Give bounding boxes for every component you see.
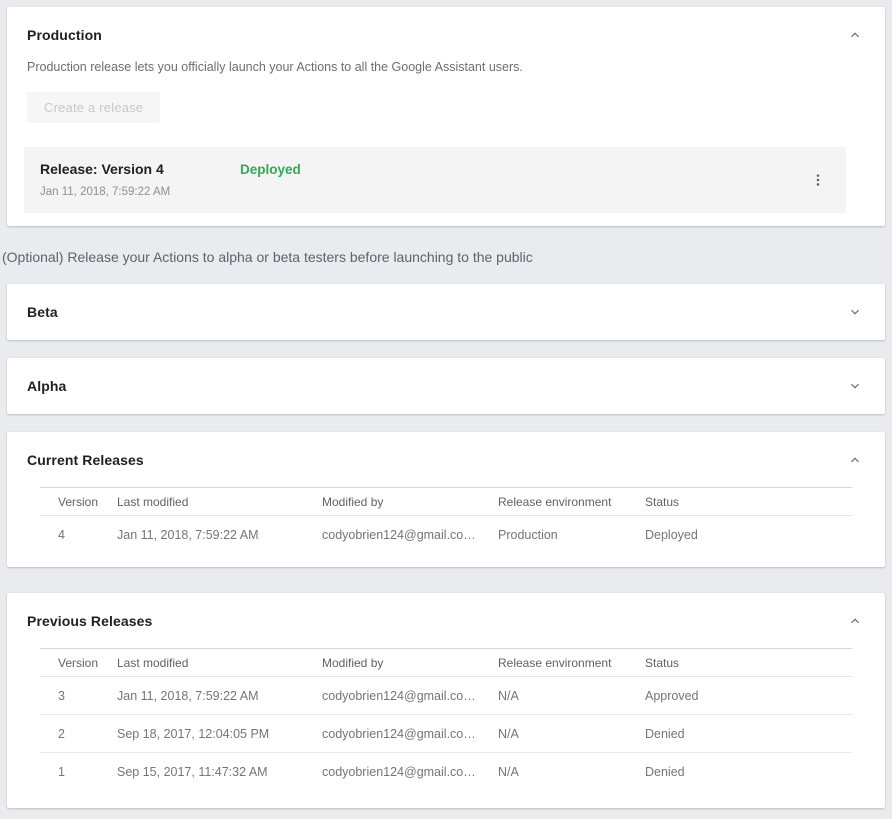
- beta-card: Beta: [7, 284, 885, 340]
- table-row: 3 Jan 11, 2018, 7:59:22 AM codyobrien124…: [40, 677, 852, 715]
- column-header-modified-by: Modified by: [322, 656, 498, 670]
- production-title: Production: [27, 27, 102, 43]
- release-date: Jan 11, 2018, 7:59:22 AM: [40, 186, 301, 198]
- chevron-down-icon[interactable]: [847, 304, 863, 320]
- column-header-modified-by: Modified by: [322, 495, 498, 509]
- cell-release-environment: N/A: [498, 689, 645, 703]
- cell-last-modified: Jan 11, 2018, 7:59:22 AM: [117, 528, 322, 542]
- current-releases-table: Version Last modified Modified by Releas…: [40, 487, 852, 554]
- current-releases-title: Current Releases: [27, 452, 144, 468]
- cell-status: Approved: [645, 689, 852, 703]
- column-header-last-modified: Last modified: [117, 656, 322, 670]
- alpha-title: Alpha: [27, 378, 66, 394]
- column-header-release-environment: Release environment: [498, 656, 645, 670]
- production-card-header[interactable]: Production: [7, 27, 885, 43]
- column-header-version: Version: [40, 656, 117, 670]
- cell-release-environment: Production: [498, 528, 645, 542]
- column-header-version: Version: [40, 495, 117, 509]
- kebab-icon: [810, 176, 826, 191]
- production-description: Production release lets you officially l…: [7, 60, 885, 74]
- release-title: Release: Version 4: [40, 161, 240, 177]
- cell-modified-by: codyobrien124@gmail.co…: [322, 765, 498, 779]
- column-header-status: Status: [645, 656, 852, 670]
- cell-modified-by: codyobrien124@gmail.co…: [322, 528, 498, 542]
- column-header-status: Status: [645, 495, 852, 509]
- column-header-last-modified: Last modified: [117, 495, 322, 509]
- cell-version: 4: [40, 528, 117, 542]
- previous-releases-title: Previous Releases: [27, 613, 152, 629]
- previous-releases-header[interactable]: Previous Releases: [7, 613, 885, 629]
- alpha-card-header[interactable]: Alpha: [7, 358, 885, 414]
- cell-modified-by: codyobrien124@gmail.co…: [322, 689, 498, 703]
- create-release-button[interactable]: Create a release: [27, 92, 160, 123]
- cell-status: Deployed: [645, 528, 852, 542]
- beta-title: Beta: [27, 304, 58, 320]
- release-more-options-button[interactable]: [806, 168, 830, 192]
- table-row: 4 Jan 11, 2018, 7:59:22 AM codyobrien124…: [40, 516, 852, 554]
- release-status-badge: Deployed: [240, 162, 301, 177]
- chevron-up-icon[interactable]: [847, 452, 863, 468]
- cell-last-modified: Sep 18, 2017, 12:04:05 PM: [117, 727, 322, 741]
- current-releases-card: Current Releases Version Last modified M…: [7, 432, 885, 567]
- optional-note: (Optional) Release your Actions to alpha…: [2, 249, 885, 265]
- cell-release-environment: N/A: [498, 765, 645, 779]
- release-row: Release: Version 4 Deployed Jan 11, 2018…: [24, 147, 846, 213]
- alpha-card: Alpha: [7, 358, 885, 414]
- previous-releases-card: Previous Releases Version Last modified …: [7, 593, 885, 808]
- releases-page: Production Production release lets you o…: [0, 0, 892, 819]
- cell-version: 1: [40, 765, 117, 779]
- table-row: 2 Sep 18, 2017, 12:04:05 PM codyobrien12…: [40, 715, 852, 753]
- cell-modified-by: codyobrien124@gmail.co…: [322, 727, 498, 741]
- chevron-up-icon[interactable]: [847, 27, 863, 43]
- cell-version: 2: [40, 727, 117, 741]
- release-info: Release: Version 4 Deployed Jan 11, 2018…: [40, 161, 301, 198]
- cell-status: Denied: [645, 765, 852, 779]
- previous-releases-table: Version Last modified Modified by Releas…: [40, 648, 852, 791]
- cell-version: 3: [40, 689, 117, 703]
- cell-release-environment: N/A: [498, 727, 645, 741]
- cell-last-modified: Jan 11, 2018, 7:59:22 AM: [117, 689, 322, 703]
- current-releases-header[interactable]: Current Releases: [7, 452, 885, 468]
- table-header-row: Version Last modified Modified by Releas…: [40, 648, 852, 677]
- chevron-down-icon[interactable]: [847, 378, 863, 394]
- column-header-release-environment: Release environment: [498, 495, 645, 509]
- table-row: 1 Sep 15, 2017, 11:47:32 AM codyobrien12…: [40, 753, 852, 791]
- chevron-up-icon[interactable]: [847, 613, 863, 629]
- beta-card-header[interactable]: Beta: [7, 284, 885, 340]
- production-card: Production Production release lets you o…: [7, 7, 885, 226]
- cell-status: Denied: [645, 727, 852, 741]
- cell-last-modified: Sep 15, 2017, 11:47:32 AM: [117, 765, 322, 779]
- table-header-row: Version Last modified Modified by Releas…: [40, 487, 852, 516]
